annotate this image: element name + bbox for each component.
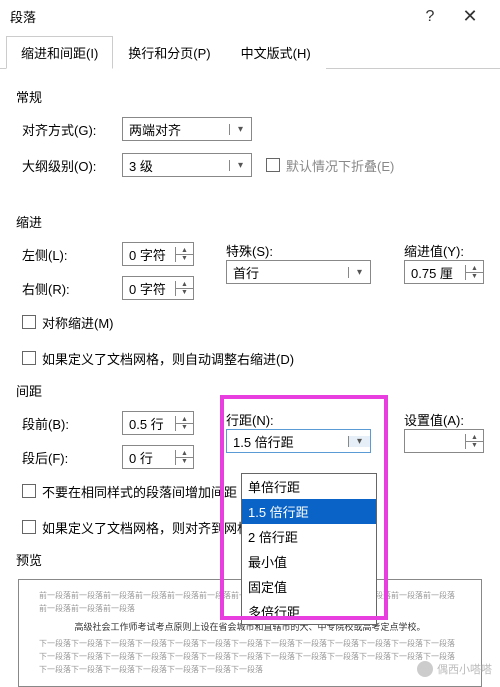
outline-combo[interactable]: 3 级 ▾ xyxy=(122,153,252,177)
snap-grid-checkbox[interactable]: 如果定义了文档网格，则对齐到网格 xyxy=(22,518,250,537)
tab-asian-typography[interactable]: 中文版式(H) xyxy=(226,36,326,69)
avatar-icon xyxy=(417,661,433,677)
special-label: 特殊(S): xyxy=(226,241,388,260)
chevron-down-icon: ▾ xyxy=(348,436,370,447)
spinner-up-icon[interactable]: ▲ xyxy=(176,416,193,424)
line-spacing-option[interactable]: 最小值 xyxy=(242,549,376,574)
special-combo[interactable]: 首行 ▾ xyxy=(226,260,371,284)
tab-line-page-breaks[interactable]: 换行和分页(P) xyxy=(113,36,225,69)
checkbox-icon xyxy=(22,351,36,365)
dialog-title: 段落 xyxy=(10,7,410,26)
at-spinner[interactable]: ▲▼ xyxy=(404,429,484,453)
indent-by-label: 缩进值(Y): xyxy=(404,241,484,260)
line-spacing-option[interactable]: 多倍行距 xyxy=(242,599,376,624)
indent-by-spinner[interactable]: 0.75 厘 ▲▼ xyxy=(404,260,484,284)
no-space-same-style-checkbox[interactable]: 不要在相同样式的段落间增加间距 xyxy=(22,482,237,501)
spinner-down-icon[interactable]: ▼ xyxy=(176,458,193,465)
spinner-down-icon[interactable]: ▼ xyxy=(466,273,483,280)
section-spacing: 间距 xyxy=(16,381,484,400)
left-indent-label: 左侧(L): xyxy=(22,245,122,264)
checkbox-icon xyxy=(22,520,36,534)
section-general: 常规 xyxy=(16,87,484,106)
left-indent-spinner[interactable]: 0 字符 ▲▼ xyxy=(122,242,194,266)
tab-indent-spacing[interactable]: 缩进和间距(I) xyxy=(6,36,113,69)
line-spacing-dropdown[interactable]: 单倍行距 1.5 倍行距 2 倍行距 最小值 固定值 多倍行距 xyxy=(241,473,377,625)
line-spacing-option[interactable]: 1.5 倍行距 xyxy=(242,499,376,524)
right-indent-label: 右侧(R): xyxy=(22,279,122,298)
spinner-up-icon[interactable]: ▲ xyxy=(176,247,193,255)
spinner-down-icon[interactable]: ▼ xyxy=(176,424,193,431)
spinner-down-icon[interactable]: ▼ xyxy=(176,255,193,262)
checkbox-icon xyxy=(266,158,280,172)
outline-label: 大纲级别(O): xyxy=(22,156,122,175)
after-label: 段后(F): xyxy=(22,448,122,467)
alignment-label: 对齐方式(G): xyxy=(22,120,122,139)
section-indent: 缩进 xyxy=(16,212,484,231)
help-button[interactable]: ? xyxy=(410,8,450,26)
checkbox-icon xyxy=(22,315,36,329)
at-label: 设置值(A): xyxy=(404,410,484,429)
line-spacing-combo[interactable]: 1.5 倍行距 ▾ xyxy=(226,429,371,453)
spinner-down-icon[interactable]: ▼ xyxy=(176,289,193,296)
chevron-down-icon: ▾ xyxy=(348,267,370,278)
spinner-up-icon[interactable]: ▲ xyxy=(466,265,483,273)
right-indent-spinner[interactable]: 0 字符 ▲▼ xyxy=(122,276,194,300)
after-spinner[interactable]: 0 行 ▲▼ xyxy=(122,445,194,469)
watermark: 偶西小嗒嗒 xyxy=(417,661,492,677)
mirror-indent-checkbox[interactable]: 对称缩进(M) xyxy=(22,313,114,332)
spinner-up-icon[interactable]: ▲ xyxy=(466,434,483,442)
line-spacing-option[interactable]: 2 倍行距 xyxy=(242,524,376,549)
spinner-up-icon[interactable]: ▲ xyxy=(176,281,193,289)
line-spacing-option[interactable]: 固定值 xyxy=(242,574,376,599)
tab-strip: 缩进和间距(I) 换行和分页(P) 中文版式(H) xyxy=(0,35,500,69)
chevron-down-icon: ▾ xyxy=(229,160,251,171)
auto-right-indent-checkbox[interactable]: 如果定义了文档网格，则自动调整右缩进(D) xyxy=(22,349,294,368)
line-spacing-label: 行距(N): xyxy=(226,410,388,429)
line-spacing-option[interactable]: 单倍行距 xyxy=(242,474,376,499)
alignment-combo[interactable]: 两端对齐 ▾ xyxy=(122,117,252,141)
before-label: 段前(B): xyxy=(22,414,122,433)
chevron-down-icon: ▾ xyxy=(229,124,251,135)
spinner-down-icon[interactable]: ▼ xyxy=(466,442,483,449)
collapse-checkbox[interactable]: 默认情况下折叠(E) xyxy=(266,156,394,175)
close-button[interactable]: ✕ xyxy=(450,6,490,27)
spinner-up-icon[interactable]: ▲ xyxy=(176,450,193,458)
checkbox-icon xyxy=(22,484,36,498)
before-spinner[interactable]: 0.5 行 ▲▼ xyxy=(122,411,194,435)
